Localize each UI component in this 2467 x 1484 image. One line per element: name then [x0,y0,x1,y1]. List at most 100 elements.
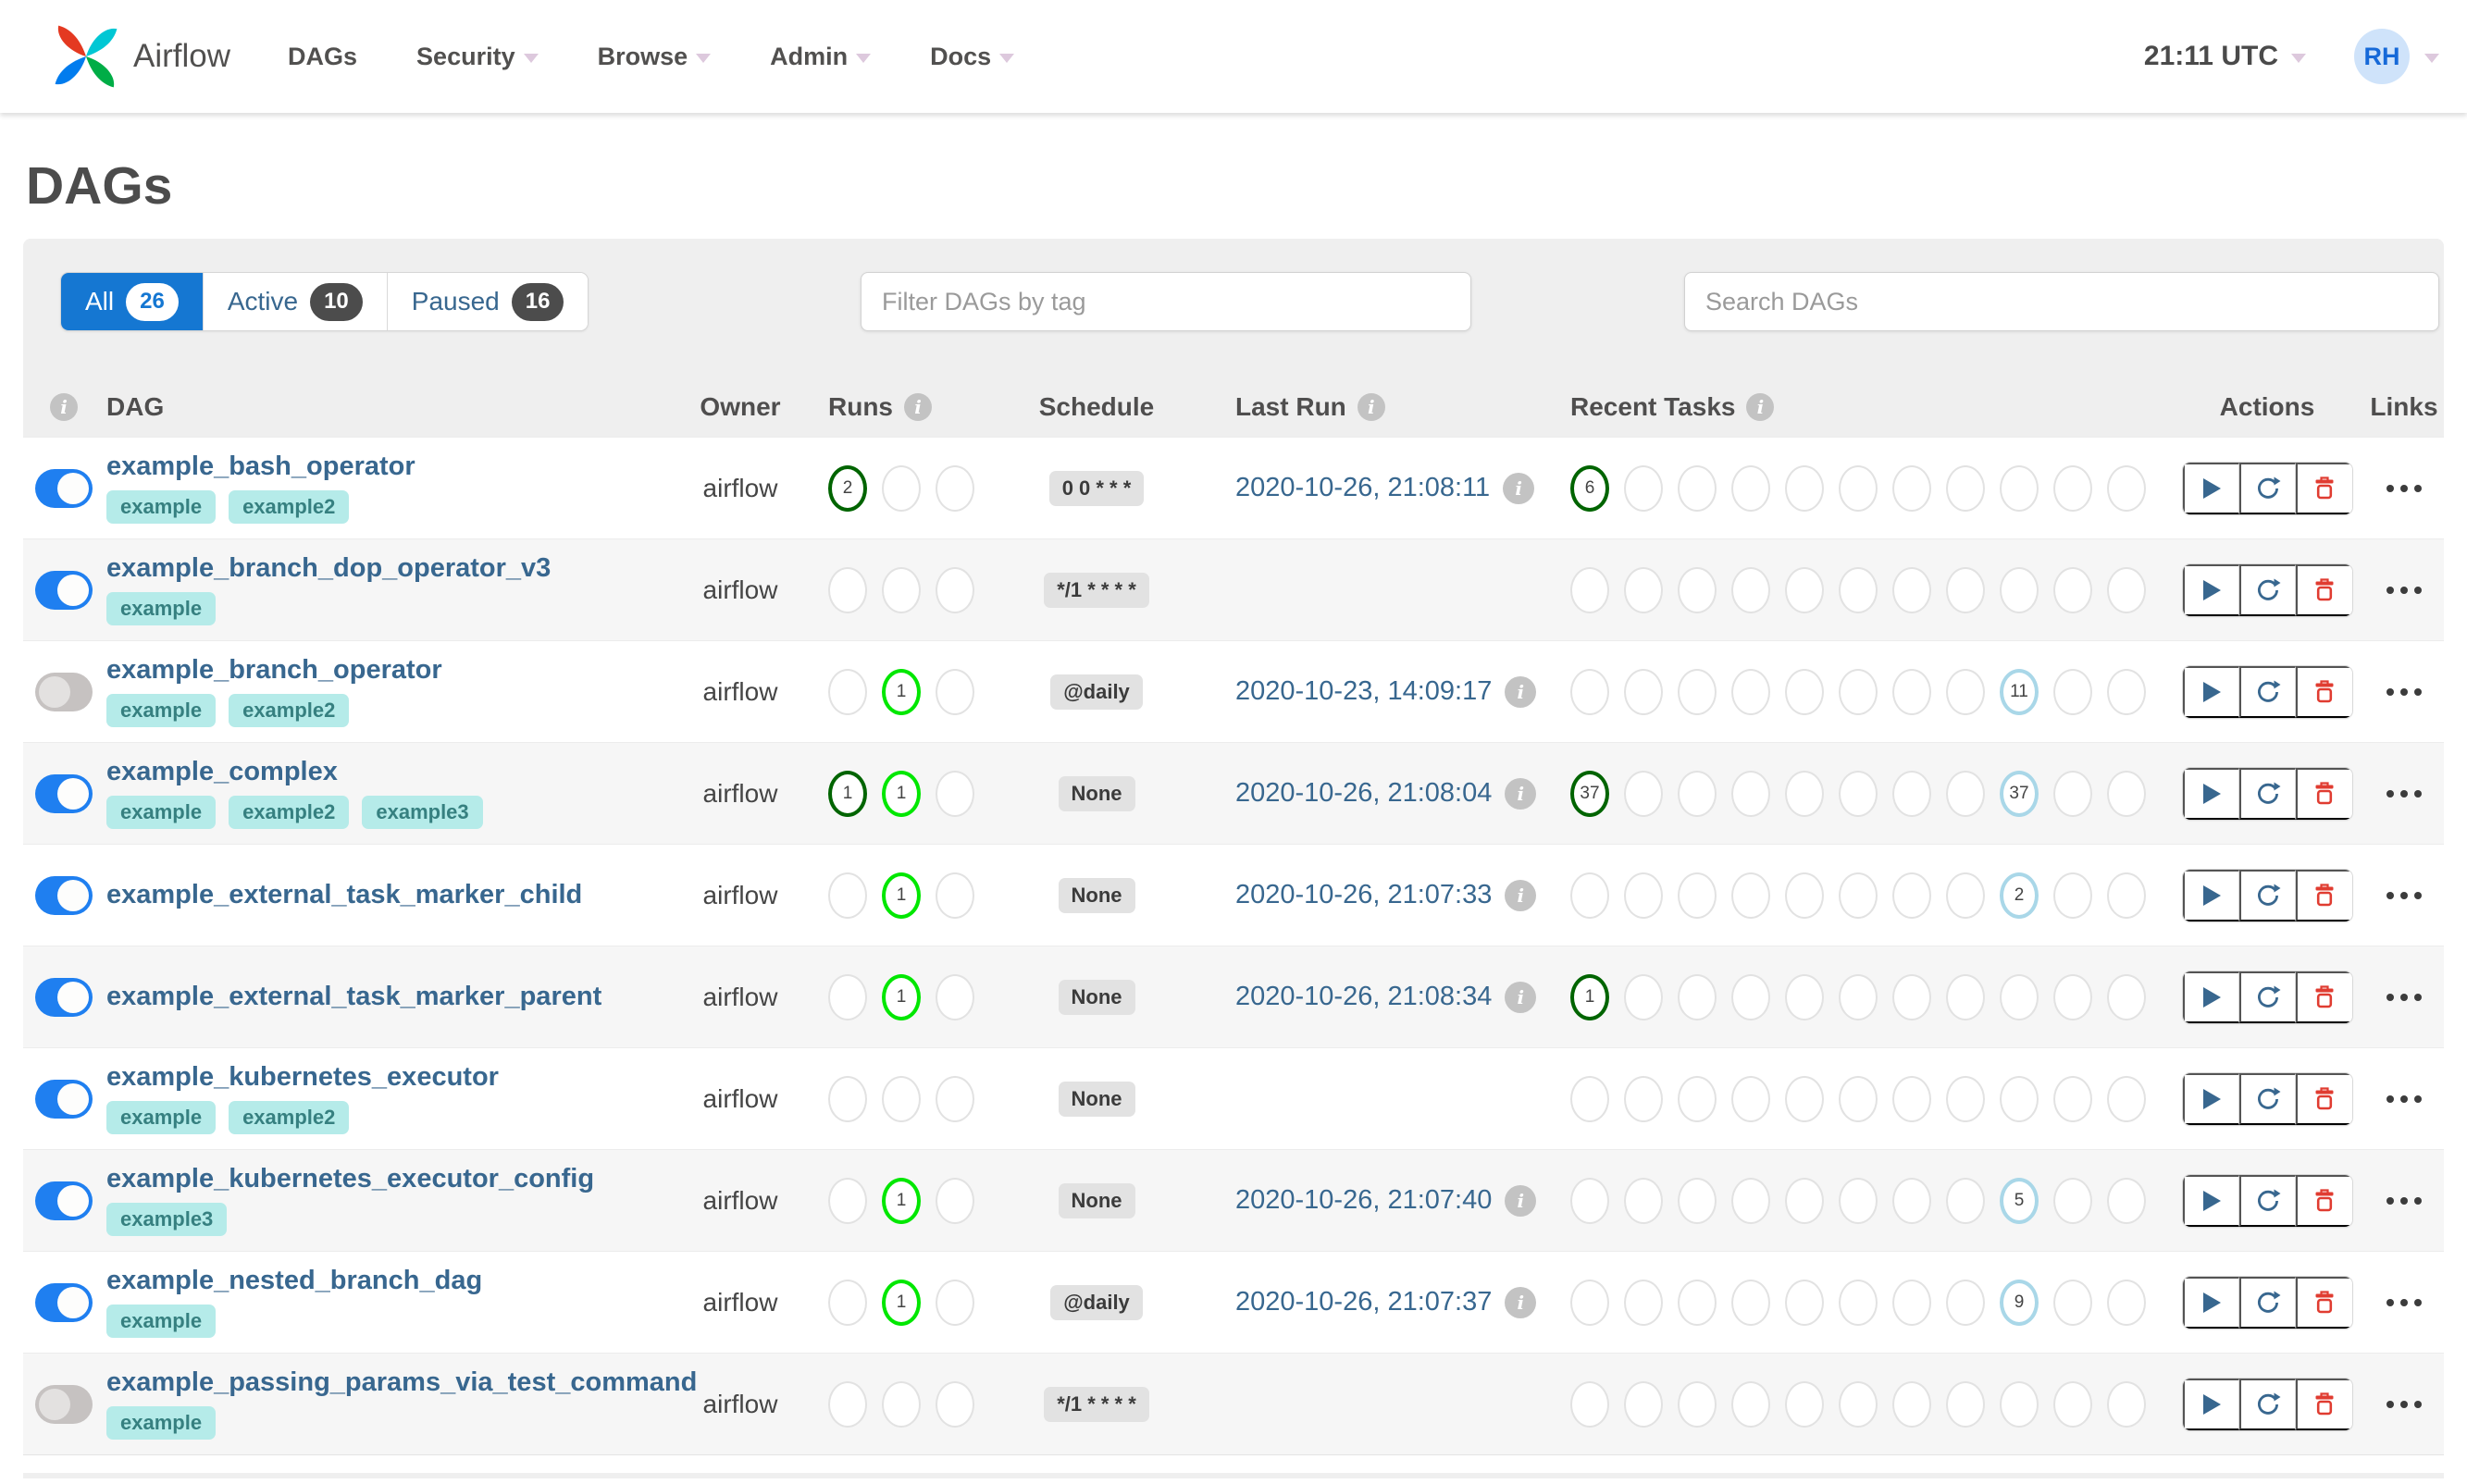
task-state-circle-none[interactable] [2000,1380,2039,1428]
run-state-circle-success[interactable] [828,668,867,715]
task-state-circle-running[interactable] [1624,1177,1663,1224]
dag-name-link[interactable]: example_kubernetes_executor_config [106,1165,662,1193]
run-state-circle-running[interactable] [882,566,921,613]
last-run-link[interactable]: 2020-10-26, 21:07:37 [1235,1287,1492,1317]
dag-pause-toggle[interactable] [35,773,93,813]
trigger-dag-button[interactable] [2182,1276,2239,1329]
task-state-circle-failed[interactable] [1678,1075,1717,1122]
dag-tag[interactable]: example2 [229,489,350,524]
task-state-circle-skipped[interactable] [1785,770,1824,817]
task-state-circle-queued[interactable] [1946,973,1985,1020]
dag-name-link[interactable]: example_external_task_marker_child [106,882,662,909]
task-state-circle-removed[interactable] [2107,1279,2146,1326]
task-state-circle-none[interactable] [2000,973,2039,1020]
task-state-circle-upstream_failed[interactable] [1731,1075,1770,1122]
last-run-link[interactable]: 2020-10-23, 14:09:17 [1235,676,1492,707]
task-state-circle-failed[interactable] [1678,1279,1717,1326]
dag-tag[interactable]: example [106,1304,217,1338]
dag-pause-toggle[interactable] [35,1181,93,1220]
task-state-circle-failed[interactable] [1678,464,1717,512]
run-state-circle-failed[interactable] [936,566,974,613]
task-state-circle-queued[interactable] [1946,1177,1985,1224]
dag-name-link[interactable]: example_branch_dop_operator_v3 [106,554,662,582]
task-state-circle-running[interactable] [1624,566,1663,613]
links-menu-button[interactable] [2364,789,2444,798]
run-state-circle-failed[interactable] [936,872,974,919]
task-state-circle-failed[interactable] [1678,668,1717,715]
dag-pause-toggle[interactable] [35,977,93,1017]
task-state-circle-success[interactable] [1570,1177,1609,1224]
task-state-circle-up_for_reschedule[interactable] [1892,1177,1931,1224]
run-state-circle-success[interactable] [828,1380,867,1428]
trigger-dag-button[interactable] [2182,971,2239,1023]
task-state-circle-up_for_retry[interactable] [1839,872,1878,919]
run-state-circle-failed[interactable] [936,1279,974,1326]
task-state-circle-up_for_reschedule[interactable] [1892,464,1931,512]
dag-pause-toggle[interactable] [35,1384,93,1424]
run-state-circle-running[interactable]: 1 [882,973,921,1020]
links-menu-button[interactable] [2364,993,2444,1001]
task-state-circle-up_for_reschedule[interactable] [1892,668,1931,715]
task-state-circle-queued[interactable] [1946,1075,1985,1122]
links-menu-button[interactable] [2364,1094,2444,1103]
task-state-circle-up_for_reschedule[interactable] [1892,973,1931,1020]
dag-pause-toggle[interactable] [35,672,93,711]
run-state-circle-failed[interactable] [936,1177,974,1224]
dag-tag[interactable]: example [106,1405,217,1440]
task-state-circle-failed[interactable] [1678,1380,1717,1428]
task-state-circle-upstream_failed[interactable] [1731,770,1770,817]
task-state-circle-upstream_failed[interactable] [1731,464,1770,512]
links-menu-button[interactable] [2364,891,2444,899]
task-state-circle-scheduled[interactable] [2053,1075,2092,1122]
task-state-circle-success[interactable]: 6 [1570,464,1609,512]
dag-pause-toggle[interactable] [35,875,93,915]
run-state-circle-running[interactable]: 1 [882,1177,921,1224]
delete-dag-button[interactable] [2295,1276,2352,1329]
task-state-circle-up_for_retry[interactable] [1839,973,1878,1020]
task-state-circle-running[interactable] [1624,872,1663,919]
delete-dag-button[interactable] [2295,1072,2352,1125]
last-run-link[interactable]: 2020-10-26, 21:07:40 [1235,1185,1492,1216]
dag-name-link[interactable]: example_bash_operator [106,452,662,480]
tab-active[interactable]: Active 10 [203,273,388,330]
task-state-circle-queued[interactable] [1946,464,1985,512]
task-state-circle-removed[interactable] [2107,566,2146,613]
dag-name-link[interactable]: example_passing_params_via_test_command [106,1368,697,1396]
run-state-circle-failed[interactable] [936,770,974,817]
run-state-circle-success[interactable] [828,872,867,919]
timezone-selector[interactable]: 21:11 UTC [2144,41,2306,72]
refresh-dag-button[interactable] [2238,869,2296,921]
dag-tag[interactable]: example [106,693,217,727]
last-run-link[interactable]: 2020-10-26, 21:07:33 [1235,880,1492,910]
delete-dag-button[interactable] [2295,869,2352,921]
trigger-dag-button[interactable] [2182,1174,2239,1227]
trigger-dag-button[interactable] [2182,1072,2239,1125]
nav-item-docs[interactable]: Docs [930,43,1015,71]
links-menu-button[interactable] [2364,484,2444,492]
task-state-circle-queued[interactable] [1946,1380,1985,1428]
task-state-circle-upstream_failed[interactable] [1731,668,1770,715]
nav-item-browse[interactable]: Browse [598,43,712,71]
links-menu-button[interactable] [2364,1298,2444,1306]
dag-name-link[interactable]: example_branch_operator [106,656,662,684]
dag-tag[interactable]: example [106,489,217,524]
dag-name-link[interactable]: example_complex [106,758,662,785]
task-state-circle-queued[interactable] [1946,1279,1985,1326]
refresh-dag-button[interactable] [2238,971,2296,1023]
last-run-link[interactable]: 2020-10-26, 21:08:11 [1235,473,1490,503]
task-state-circle-scheduled[interactable] [2053,872,2092,919]
run-state-circle-success[interactable]: 2 [828,464,867,512]
task-state-circle-running[interactable] [1624,770,1663,817]
dag-tag[interactable]: example [106,591,217,625]
task-state-circle-failed[interactable] [1678,973,1717,1020]
dag-name-link[interactable]: example_kubernetes_executor [106,1063,662,1091]
dag-tag[interactable]: example3 [106,1202,228,1236]
task-state-circle-up_for_reschedule[interactable] [1892,566,1931,613]
links-menu-button[interactable] [2364,586,2444,594]
task-state-circle-running[interactable] [1624,973,1663,1020]
delete-dag-button[interactable] [2295,462,2352,514]
task-state-circle-upstream_failed[interactable] [1731,566,1770,613]
task-state-circle-failed[interactable] [1678,770,1717,817]
task-state-circle-queued[interactable] [1946,566,1985,613]
task-state-circle-up_for_retry[interactable] [1839,1279,1878,1326]
